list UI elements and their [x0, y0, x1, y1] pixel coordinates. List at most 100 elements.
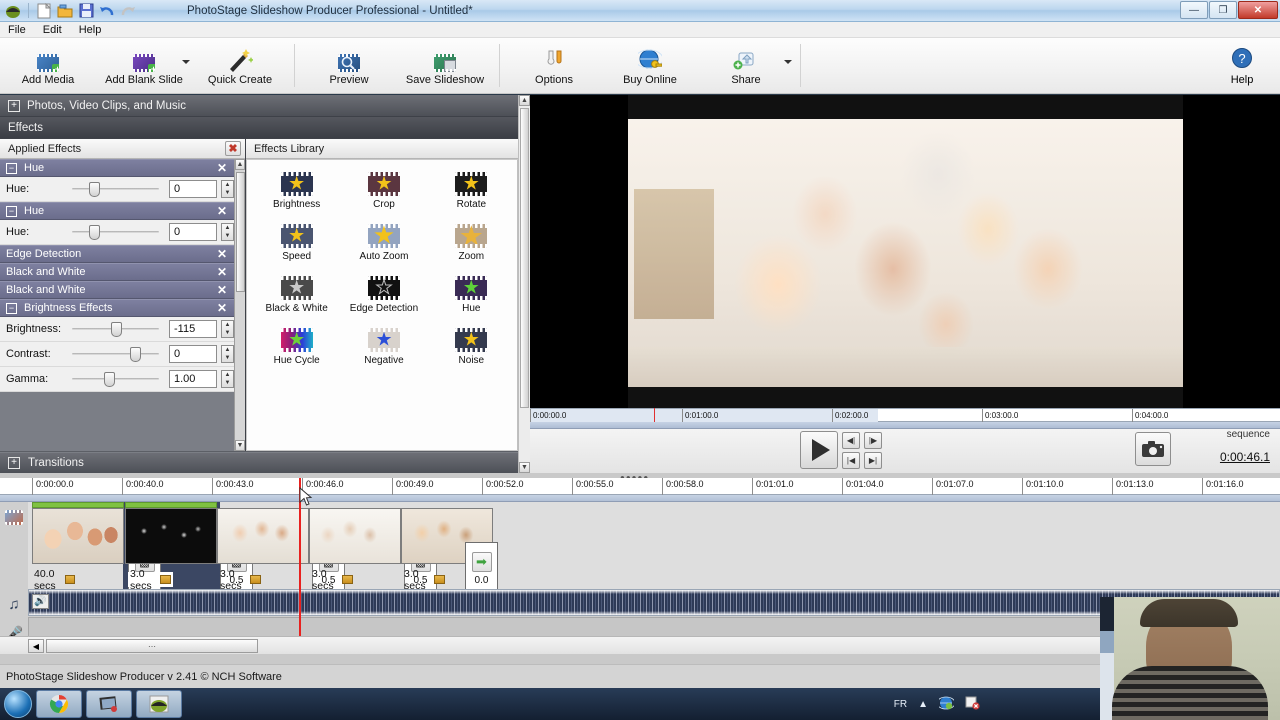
chevron-down-icon[interactable] — [182, 60, 190, 64]
photos-video-music-section[interactable]: + Photos, Video Clips, and Music — [0, 95, 530, 117]
remove-effect-icon[interactable]: ✕ — [217, 265, 227, 279]
clip-duration[interactable]: 3.0 secs — [404, 568, 445, 592]
app-icon[interactable] — [4, 2, 22, 20]
slider-value-input[interactable]: 0 — [169, 345, 217, 363]
effect-header-edge-detection[interactable]: Edge Detection ✕ — [0, 245, 234, 263]
taskbar-item-photostage[interactable] — [136, 690, 182, 718]
slider-hue-1[interactable]: Hue: 0 ▲ ▼ — [0, 177, 234, 202]
scroll-down-icon[interactable]: ▼ — [519, 462, 530, 473]
play-button[interactable] — [800, 431, 838, 469]
slider-knob[interactable] — [88, 182, 100, 197]
effect-item-auto-zoom[interactable]: ★ Auto Zoom — [340, 218, 427, 270]
timeline-scrub-band[interactable] — [0, 495, 1280, 502]
slider-spinner[interactable]: ▲ ▼ — [221, 223, 234, 241]
effect-header-brightness-effects[interactable]: − Brightness Effects ✕ — [0, 299, 234, 317]
slider-brightness[interactable]: Brightness: -115 ▲ ▼ — [0, 317, 234, 342]
slider-gamma[interactable]: Gamma: 1.00 ▲ ▼ — [0, 367, 234, 392]
options-button[interactable]: Options — [506, 38, 602, 93]
remove-effect-icon[interactable]: ✕ — [217, 283, 227, 297]
effect-item-speed[interactable]: ★ Speed — [253, 218, 340, 270]
effect-item-negative[interactable]: ★ Negative — [340, 322, 427, 374]
slider-track[interactable] — [72, 370, 165, 388]
film-strip-icon[interactable] — [0, 502, 28, 532]
effect-header-black-and-white-2[interactable]: Black and White ✕ — [0, 281, 234, 299]
menu-file[interactable]: File — [8, 24, 26, 36]
effect-item-noise[interactable]: ★ Noise — [428, 322, 515, 374]
preview-playhead[interactable] — [654, 408, 655, 422]
slider-value-input[interactable]: 1.00 — [169, 370, 217, 388]
expand-icon[interactable]: + — [8, 457, 20, 469]
preview-button[interactable]: Preview — [301, 38, 397, 93]
video-stage[interactable] — [530, 95, 1280, 408]
timeline-clip[interactable] — [309, 508, 401, 564]
effect-item-black-and-white[interactable]: ★ Black & White — [253, 270, 340, 322]
share-button[interactable]: Share — [698, 38, 794, 93]
slider-track[interactable] — [72, 180, 165, 198]
collapse-icon[interactable]: − — [6, 205, 17, 217]
preview-ruler[interactable]: 0:00:00.0 0:01:00.0 0:02:00.0 0:03:00.0 … — [530, 408, 1280, 423]
music-note-icon[interactable]: ♫ — [0, 589, 28, 619]
clip-duration[interactable]: 3.0 secs — [220, 568, 261, 592]
transitions-section[interactable]: + Transitions — [0, 452, 530, 474]
applied-effects-scrollbar[interactable]: ▲ ▼ — [234, 159, 245, 451]
sequence-timecode[interactable]: 0:00:46.1 — [1184, 450, 1276, 464]
effects-section[interactable]: Effects — [0, 117, 530, 139]
clear-effects-button[interactable]: ✖ — [225, 141, 241, 156]
slider-track[interactable] — [72, 320, 165, 338]
redo-icon[interactable] — [119, 2, 137, 20]
slider-value-input[interactable]: -115 — [169, 320, 217, 338]
effect-item-hue-cycle[interactable]: ★ Hue Cycle — [253, 322, 340, 374]
audio-track[interactable]: 🔊 — [28, 589, 1280, 616]
menu-help[interactable]: Help — [79, 24, 102, 36]
step-forward-button[interactable]: |▶ — [864, 431, 882, 449]
scrollbar-thumb[interactable] — [520, 108, 529, 408]
slider-value-input[interactable]: 0 — [169, 223, 217, 241]
speaker-icon[interactable]: 🔊 — [32, 594, 49, 609]
timeline-clip[interactable] — [32, 508, 124, 564]
save-slideshow-button[interactable]: Save Slideshow — [397, 38, 493, 93]
open-icon[interactable] — [56, 2, 74, 20]
timeline-hscrollbar[interactable]: ◀ ⋯ — [0, 636, 1280, 654]
left-panel-scrollbar[interactable]: ▲ ▼ — [518, 95, 530, 473]
effect-header-black-and-white-1[interactable]: Black and White ✕ — [0, 263, 234, 281]
show-hidden-icons[interactable]: ▲ — [918, 699, 928, 710]
tray-language[interactable]: FR — [894, 699, 907, 710]
effect-item-crop[interactable]: ★ Crop — [340, 166, 427, 218]
timeline-clip[interactable] — [125, 508, 217, 564]
slider-knob[interactable] — [129, 347, 141, 362]
slider-contrast[interactable]: Contrast: 0 ▲ ▼ — [0, 342, 234, 367]
save-icon[interactable] — [77, 2, 95, 20]
scrollbar-thumb[interactable] — [236, 172, 245, 292]
help-button[interactable]: ? Help — [1212, 38, 1272, 94]
effect-item-hue[interactable]: ★ Hue — [428, 270, 515, 322]
remove-effect-icon[interactable]: ✕ — [217, 247, 227, 261]
slider-track[interactable] — [72, 223, 165, 241]
slider-hue-2[interactable]: Hue: 0 ▲ ▼ — [0, 220, 234, 245]
slider-value-input[interactable]: 0 — [169, 180, 217, 198]
jump-start-button[interactable]: |◀ — [842, 451, 860, 469]
taskbar-item-chrome[interactable] — [36, 690, 82, 718]
slider-spinner[interactable]: ▲ ▼ — [221, 180, 234, 198]
remove-effect-icon[interactable]: ✕ — [217, 204, 227, 218]
slider-knob[interactable] — [111, 322, 123, 337]
scroll-up-icon[interactable]: ▲ — [519, 95, 530, 106]
new-icon[interactable] — [35, 2, 53, 20]
chevron-down-icon-share[interactable] — [784, 60, 792, 64]
menu-edit[interactable]: Edit — [43, 24, 62, 36]
preview-scrub-band[interactable] — [530, 422, 1280, 429]
buy-online-button[interactable]: Buy Online — [602, 38, 698, 93]
minimize-button[interactable]: — — [1180, 1, 1208, 19]
maximize-button[interactable]: ❐ — [1209, 1, 1237, 19]
taskbar-item-photo-app[interactable] — [86, 690, 132, 718]
collapse-icon[interactable]: − — [6, 302, 17, 314]
timeline-clip[interactable] — [217, 508, 309, 564]
scroll-left-icon[interactable]: ◀ — [28, 639, 44, 653]
slider-spinner[interactable]: ▲ ▼ — [221, 370, 234, 388]
action-center-icon[interactable] — [965, 696, 980, 713]
add-media-button[interactable]: + Add Media — [0, 38, 96, 93]
effect-item-zoom[interactable]: ★ Zoom — [428, 218, 515, 270]
slides-track[interactable]: 40.0 secs ▧ 0.5 3.0 secs — [28, 502, 1280, 598]
close-button[interactable]: ✕ — [1238, 1, 1278, 19]
slider-spinner[interactable]: ▲ ▼ — [221, 345, 234, 363]
slider-track[interactable] — [72, 345, 165, 363]
